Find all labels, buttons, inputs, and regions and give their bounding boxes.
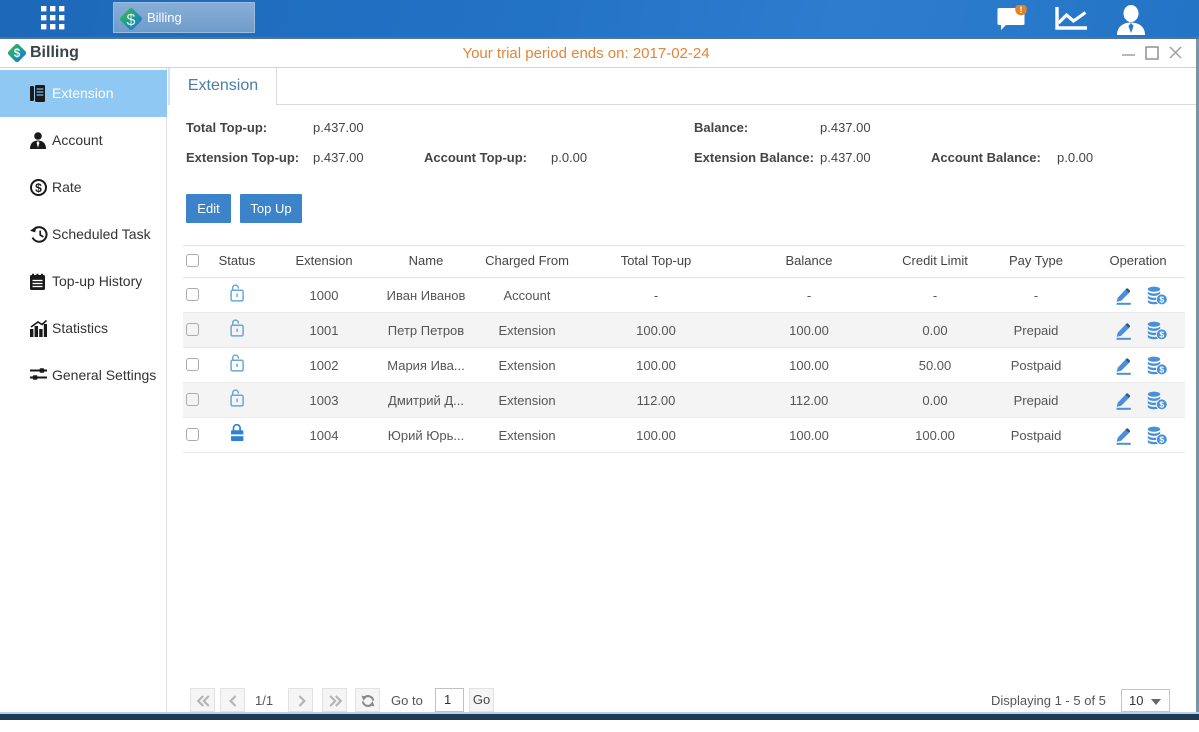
svg-text:$: $ xyxy=(1159,400,1164,410)
svg-text:$: $ xyxy=(1159,330,1164,340)
svg-text:$: $ xyxy=(1159,365,1164,375)
svg-text:!: ! xyxy=(1020,5,1023,15)
svg-text:$: $ xyxy=(35,181,42,195)
svg-text:$: $ xyxy=(1159,435,1164,445)
svg-text:$: $ xyxy=(127,12,136,29)
svg-text:$: $ xyxy=(1159,295,1164,305)
